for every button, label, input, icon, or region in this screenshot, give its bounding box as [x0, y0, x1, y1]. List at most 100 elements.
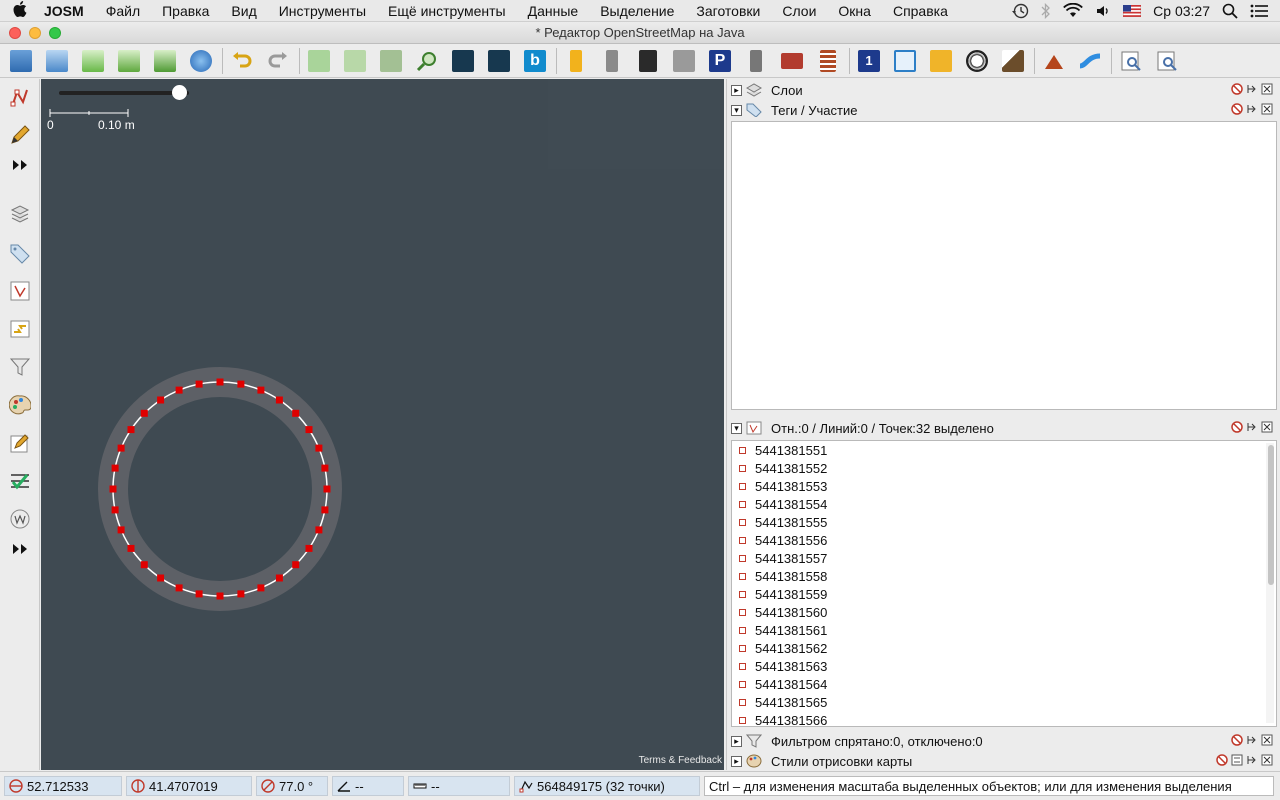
- selected-node[interactable]: [111, 506, 119, 514]
- apple-icon[interactable]: [0, 0, 40, 21]
- selected-node[interactable]: [175, 584, 183, 592]
- bluetooth-icon[interactable]: [1041, 3, 1051, 19]
- save-button[interactable]: [42, 47, 72, 75]
- preset-highway-secondary-button[interactable]: [597, 47, 627, 75]
- tags-table[interactable]: [731, 121, 1277, 410]
- selection-list[interactable]: 5441381551 5441381552 5441381553 5441381…: [731, 440, 1277, 727]
- selected-node[interactable]: [257, 386, 265, 394]
- toggle-validation-button[interactable]: [8, 469, 32, 493]
- preset-highway-track-button[interactable]: [633, 47, 663, 75]
- download-area-button[interactable]: [114, 47, 144, 75]
- selected-node[interactable]: [257, 584, 265, 592]
- panel-close-all-icon[interactable]: [1231, 734, 1243, 746]
- selected-node[interactable]: [157, 574, 165, 582]
- selected-node[interactable]: [216, 378, 224, 386]
- notification-center-icon[interactable]: [1250, 4, 1268, 18]
- redo-button[interactable]: [263, 47, 293, 75]
- toggle-map-paint-styles-button[interactable]: [8, 393, 32, 417]
- selected-node[interactable]: [292, 409, 300, 417]
- selected-node[interactable]: [175, 386, 183, 394]
- menu-presets[interactable]: Заготовки: [685, 3, 771, 19]
- selected-node[interactable]: [140, 409, 148, 417]
- panel-undock-icon[interactable]: [1246, 83, 1258, 95]
- search-presets-advanced-button[interactable]: [1152, 47, 1182, 75]
- selected-node[interactable]: [321, 464, 329, 472]
- preset-industrial-button[interactable]: [998, 47, 1028, 75]
- toggle-selection-button[interactable]: [8, 279, 32, 303]
- list-item[interactable]: 5441381564: [732, 675, 1276, 693]
- selection-panel-header[interactable]: ▾ Отн.:0 / Линий:0 / Точек:32 выделено: [731, 418, 1277, 438]
- selected-node[interactable]: [315, 444, 323, 452]
- toggle-filter-button[interactable]: [8, 355, 32, 379]
- menu-more-tools[interactable]: Ещё инструменты: [377, 3, 517, 19]
- panel-close-all-icon[interactable]: [1231, 83, 1243, 95]
- layers-panel-header[interactable]: ▸ Слои: [731, 80, 1277, 100]
- selected-node[interactable]: [117, 444, 125, 452]
- selected-node[interactable]: [195, 380, 203, 388]
- preset-sport-button[interactable]: [962, 47, 992, 75]
- select-mode-button[interactable]: [8, 85, 32, 109]
- spotlight-icon[interactable]: [1222, 3, 1238, 19]
- preset-turn-restriction-button[interactable]: [669, 47, 699, 75]
- selected-node[interactable]: [117, 526, 125, 534]
- search-button[interactable]: [412, 47, 442, 75]
- zoom-to-data-button[interactable]: [304, 47, 334, 75]
- toggle-layers-button[interactable]: [8, 203, 32, 227]
- undo-button[interactable]: [227, 47, 257, 75]
- preset-road-button[interactable]: [484, 47, 514, 75]
- selected-node[interactable]: [109, 485, 117, 493]
- map-styles-panel-header[interactable]: ▸ Стили отрисовки карты: [731, 751, 1277, 771]
- panel-undock-icon[interactable]: [1246, 754, 1258, 766]
- list-item[interactable]: 5441381552: [732, 459, 1276, 477]
- upload-button[interactable]: [150, 47, 180, 75]
- preset-information-button[interactable]: 1: [854, 47, 884, 75]
- preset-bollard-button[interactable]: [741, 47, 771, 75]
- expand-toggle[interactable]: ▸: [731, 84, 742, 96]
- preset-way-button[interactable]: [448, 47, 478, 75]
- menu-tools[interactable]: Инструменты: [268, 3, 377, 19]
- panel-close-all-icon[interactable]: [1216, 754, 1228, 766]
- menu-file[interactable]: Файл: [95, 3, 151, 19]
- panel-close-all-icon[interactable]: [1231, 103, 1243, 115]
- expand-toggle[interactable]: ▸: [731, 735, 742, 747]
- preset-highway-primary-button[interactable]: [561, 47, 591, 75]
- map-view[interactable]: 0 0.10 m Terms & Feedback: [41, 79, 724, 770]
- list-item[interactable]: 5441381561: [732, 621, 1276, 639]
- list-item[interactable]: 5441381563: [732, 657, 1276, 675]
- menu-selection[interactable]: Выделение: [589, 3, 685, 19]
- time-machine-icon[interactable]: [1011, 3, 1029, 19]
- selected-node[interactable]: [195, 590, 203, 598]
- panel-undock-icon[interactable]: [1246, 421, 1258, 433]
- toggle-commands-button[interactable]: [8, 317, 32, 341]
- window-close-button[interactable]: [9, 27, 21, 39]
- menu-help[interactable]: Справка: [882, 3, 959, 19]
- panel-close-icon[interactable]: [1261, 83, 1273, 95]
- list-item[interactable]: 5441381555: [732, 513, 1276, 531]
- wms-tms-button[interactable]: [376, 47, 406, 75]
- filter-panel-header[interactable]: ▸ Фильтром спрятано:0, отключено:0: [731, 731, 1277, 751]
- selected-node[interactable]: [323, 485, 331, 493]
- selected-node[interactable]: [321, 506, 329, 514]
- menu-windows[interactable]: Окна: [827, 3, 882, 19]
- list-item[interactable]: 5441381562: [732, 639, 1276, 657]
- menu-layers[interactable]: Слои: [771, 3, 827, 19]
- list-item[interactable]: 5441381566: [732, 711, 1276, 726]
- panel-close-all-icon[interactable]: [1231, 421, 1243, 433]
- selected-node[interactable]: [292, 561, 300, 569]
- menu-app-josm[interactable]: JOSM: [40, 3, 95, 19]
- selected-node[interactable]: [275, 574, 283, 582]
- zoom-to-selection-button[interactable]: [340, 47, 370, 75]
- wifi-icon[interactable]: [1063, 3, 1084, 19]
- toggle-tags-button[interactable]: [8, 241, 32, 265]
- selected-node[interactable]: [237, 380, 245, 388]
- list-item[interactable]: 5441381553: [732, 477, 1276, 495]
- changeset-manager-button[interactable]: [186, 47, 216, 75]
- panel-settings-icon[interactable]: [1231, 754, 1243, 766]
- selection-scrollbar-thumb[interactable]: [1268, 445, 1274, 585]
- list-item[interactable]: 5441381557: [732, 549, 1276, 567]
- list-item[interactable]: 5441381560: [732, 603, 1276, 621]
- preset-hotel-button[interactable]: [890, 47, 920, 75]
- list-item[interactable]: 5441381565: [732, 693, 1276, 711]
- more-panels-button[interactable]: [8, 537, 32, 561]
- collapse-toggle[interactable]: ▾: [731, 104, 742, 116]
